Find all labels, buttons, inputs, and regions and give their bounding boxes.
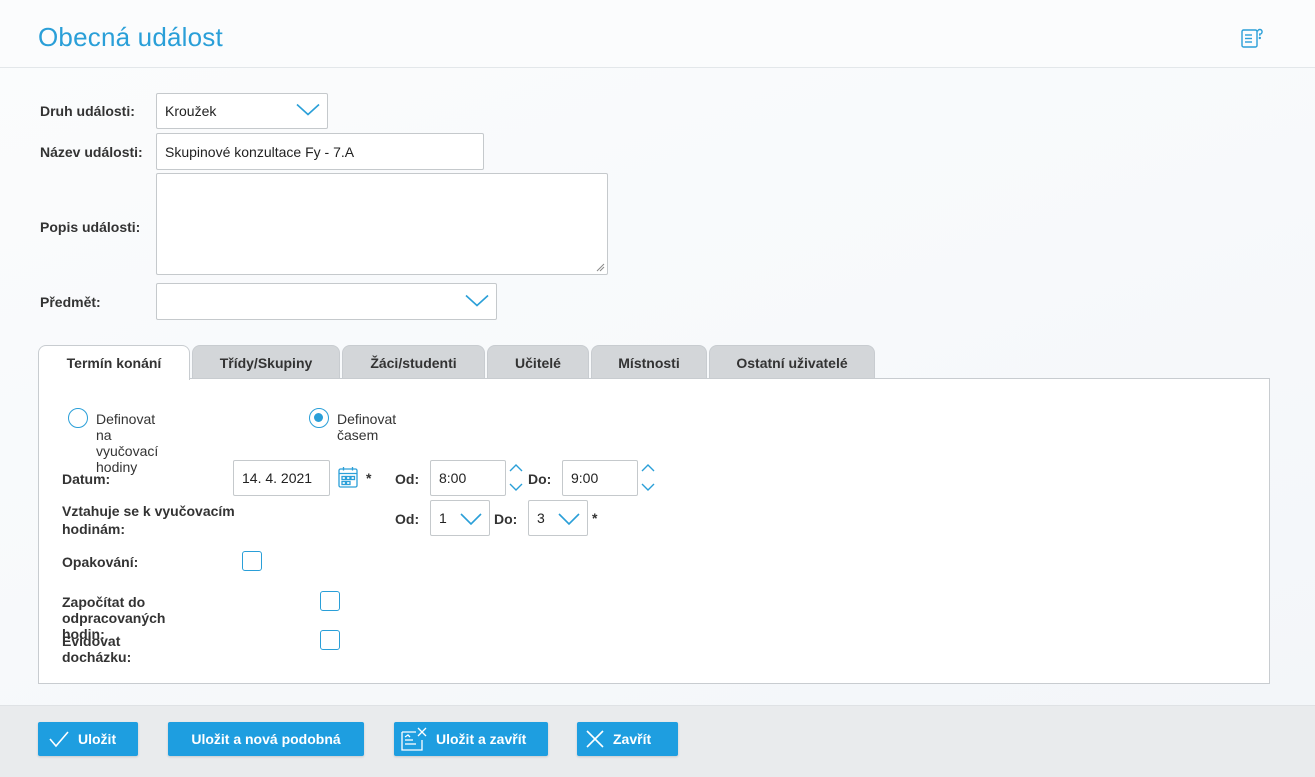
resize-handle-icon[interactable] xyxy=(596,263,605,272)
save-and-close-button-label: Uložit a zavřít xyxy=(436,731,527,747)
radio-define-by-time-label: Definovat časem xyxy=(337,411,397,443)
lesson-from-value: 1 xyxy=(439,510,447,526)
checkmark-icon xyxy=(48,730,70,748)
event-description-label: Popis události: xyxy=(40,219,141,235)
page-header: Obecná událost xyxy=(0,0,1315,68)
event-description-textarea[interactable] xyxy=(156,173,608,275)
event-name-input[interactable]: Skupinové konzultace Fy - 7.A xyxy=(156,133,484,170)
date-value: 14. 4. 2021 xyxy=(242,470,313,486)
close-button[interactable]: Zavřít xyxy=(577,722,678,756)
repeat-checkbox[interactable] xyxy=(242,551,262,571)
tab-classes-groups[interactable]: Třídy/Skupiny xyxy=(192,345,340,379)
chevron-down-icon xyxy=(295,102,321,121)
tab-students[interactable]: Žáci/studenti xyxy=(342,345,485,379)
chevron-down-icon xyxy=(459,512,483,529)
close-button-label: Zavřít xyxy=(613,731,652,747)
save-close-icon xyxy=(400,726,428,752)
close-icon xyxy=(585,729,605,749)
time-from-input[interactable]: 8:00 xyxy=(430,460,506,496)
chevron-down-icon xyxy=(557,512,581,529)
radio-define-by-time[interactable] xyxy=(309,408,329,428)
tab-teachers[interactable]: Učitelé xyxy=(487,345,589,379)
save-and-new-button-label: Uložit a nová podobná xyxy=(191,731,341,747)
time-to-value: 9:00 xyxy=(571,470,599,486)
date-input[interactable]: 14. 4. 2021 xyxy=(233,460,330,496)
event-name-label: Název události: xyxy=(40,144,143,160)
date-label: Datum: xyxy=(62,471,111,487)
time-to-spinner[interactable] xyxy=(640,462,656,497)
save-and-new-button[interactable]: Uložit a nová podobná xyxy=(168,722,364,756)
time-from-spinner[interactable] xyxy=(508,462,524,497)
event-type-label: Druh události: xyxy=(40,103,135,119)
time-from-label: Od: xyxy=(395,471,420,487)
time-to-input[interactable]: 9:00 xyxy=(562,460,638,496)
attendance-checkbox[interactable] xyxy=(320,630,340,650)
save-and-close-button[interactable]: Uložit a zavřít xyxy=(394,722,548,756)
repeat-label: Opakování: xyxy=(62,554,139,570)
help-document-icon[interactable] xyxy=(1240,26,1264,50)
event-type-select[interactable]: Kroužek xyxy=(156,93,328,129)
required-mark: * xyxy=(366,470,372,486)
subject-select[interactable] xyxy=(156,283,497,320)
radio-define-by-lessons-label: Definovat na vyučovací hodiny xyxy=(96,411,159,475)
time-to-label: Do: xyxy=(528,471,552,487)
required-mark: * xyxy=(592,510,598,526)
tab-other-users[interactable]: Ostatní uživatelé xyxy=(709,345,875,379)
lesson-to-select[interactable]: 3 xyxy=(528,500,588,536)
calendar-icon[interactable] xyxy=(338,466,358,491)
event-type-value: Kroužek xyxy=(165,103,217,119)
tab-rooms[interactable]: Místnosti xyxy=(591,345,707,379)
tab-event-time[interactable]: Termín konání xyxy=(38,345,190,380)
event-name-value: Skupinové konzultace Fy - 7.A xyxy=(165,143,355,160)
time-from-value: 8:00 xyxy=(439,470,467,486)
lesson-from-select[interactable]: 1 xyxy=(430,500,490,536)
subject-label: Předmět: xyxy=(40,294,101,310)
save-button-label: Uložit xyxy=(78,731,117,747)
chevron-down-icon xyxy=(464,292,490,311)
lessons-label: Vztahuje se k vyučovacím hodinám: xyxy=(62,503,235,537)
attendance-label: Evidovat docházku: xyxy=(62,633,132,665)
radio-define-by-lessons[interactable] xyxy=(68,408,88,428)
lesson-to-value: 3 xyxy=(537,510,545,526)
lesson-to-label: Do: xyxy=(494,511,518,527)
save-button[interactable]: Uložit xyxy=(38,722,138,756)
lesson-from-label: Od: xyxy=(395,511,420,527)
worked-hours-checkbox[interactable] xyxy=(320,591,340,611)
page-title: Obecná událost xyxy=(38,22,223,52)
